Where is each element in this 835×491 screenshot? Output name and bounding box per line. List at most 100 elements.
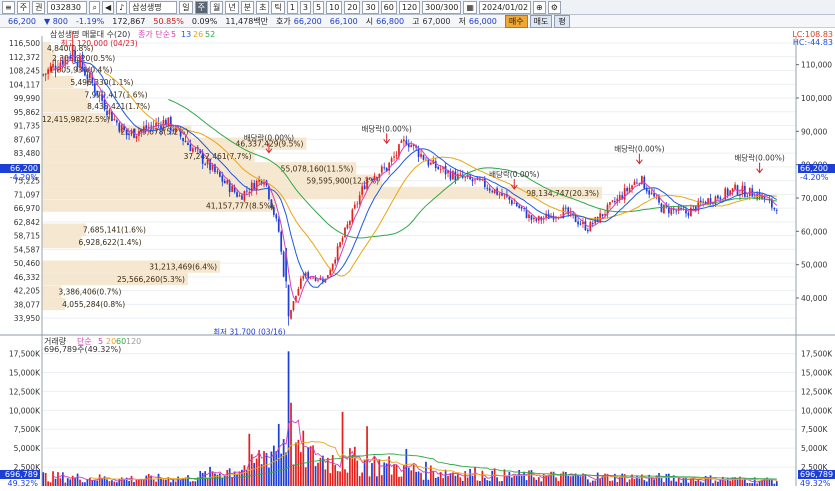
candle-body bbox=[633, 181, 636, 185]
price-legend-ma13: 13 bbox=[181, 30, 191, 39]
minute-option-5[interactable]: 5 bbox=[313, 0, 325, 14]
minute-option-60[interactable]: 60 bbox=[380, 0, 397, 14]
search-icon[interactable]: ⌕ bbox=[89, 0, 100, 14]
minute-option-10[interactable]: 10 bbox=[326, 0, 343, 14]
volume-bar bbox=[390, 474, 393, 486]
volume-bar bbox=[57, 472, 59, 486]
volume-bar bbox=[638, 478, 641, 486]
stock-name[interactable]: 삼성생명 bbox=[129, 0, 178, 14]
y-right-tick: 60,000 bbox=[801, 227, 827, 236]
minute-option-20[interactable]: 20 bbox=[344, 0, 361, 14]
prev-arrow-icon[interactable]: ◀ bbox=[101, 0, 115, 14]
volume-bar bbox=[680, 482, 682, 486]
volume-bar bbox=[439, 471, 442, 486]
interval-4[interactable]: 분 bbox=[240, 0, 255, 14]
volume-bar bbox=[59, 478, 62, 486]
candle-body bbox=[331, 263, 334, 270]
volume-bar bbox=[231, 476, 233, 486]
menu-icon[interactable]: ≡ bbox=[2, 0, 15, 14]
candle-body bbox=[520, 206, 523, 209]
volume-bar bbox=[98, 474, 101, 486]
candle-body bbox=[113, 118, 116, 120]
volume-left-tick: 10,000K bbox=[9, 406, 41, 415]
volume-bar bbox=[393, 464, 395, 486]
candle-body bbox=[631, 185, 633, 189]
buy-button[interactable]: 매수 bbox=[504, 14, 528, 28]
volume-bar bbox=[130, 475, 133, 486]
volume-bar bbox=[420, 472, 422, 486]
y-left-tick: 112,372 bbox=[9, 53, 40, 62]
minute-option-120[interactable]: 120 bbox=[398, 0, 421, 14]
volume-bar bbox=[540, 481, 543, 486]
volume-bar bbox=[407, 467, 410, 486]
volume-bar bbox=[429, 465, 432, 486]
candle-body bbox=[746, 196, 749, 197]
candle-body bbox=[601, 213, 604, 216]
interval-5[interactable]: 초 bbox=[256, 0, 270, 14]
volume-bar bbox=[513, 475, 516, 486]
zoom-icon[interactable]: ⊕ bbox=[533, 0, 546, 14]
candle-body bbox=[280, 231, 283, 252]
volume-bar bbox=[537, 477, 540, 486]
interval-0[interactable]: 일 bbox=[179, 0, 193, 14]
interval-6[interactable]: 틱 bbox=[271, 0, 285, 14]
volume-right-tick: 12,500K bbox=[801, 387, 833, 396]
candle-body bbox=[167, 117, 170, 126]
minute-option-1[interactable]: 1 bbox=[286, 0, 298, 14]
candle-body bbox=[206, 159, 209, 165]
right-volume-pct: 49.32% bbox=[800, 479, 831, 488]
candle-body bbox=[275, 214, 278, 219]
volume-bar bbox=[113, 481, 116, 486]
candle-body bbox=[363, 185, 366, 190]
exchange-select[interactable]: 권 bbox=[32, 0, 46, 14]
settings-icon[interactable]: ⚙ bbox=[547, 0, 561, 14]
interval-1[interactable]: 주 bbox=[194, 0, 208, 14]
volume-bar bbox=[275, 451, 278, 486]
volume-bar bbox=[115, 482, 118, 486]
volume-profile-bar bbox=[42, 223, 86, 236]
candle-body bbox=[427, 159, 430, 166]
minute-option-30[interactable]: 30 bbox=[362, 0, 379, 14]
volume-bar bbox=[415, 471, 417, 486]
volume-bar bbox=[47, 481, 49, 486]
speaker-icon[interactable]: ♪ bbox=[116, 0, 128, 14]
candle-body bbox=[307, 272, 310, 279]
volume-bar bbox=[187, 475, 189, 486]
volume-legend-value: 696,789주(49.32%) bbox=[44, 345, 121, 354]
volume-bar bbox=[346, 472, 349, 486]
interval-3[interactable]: 년 bbox=[225, 0, 239, 14]
volume-bar bbox=[317, 462, 319, 486]
interval-2[interactable]: 월 bbox=[209, 0, 224, 14]
candle-body bbox=[611, 200, 614, 202]
sell-button[interactable]: 매도 bbox=[529, 14, 553, 28]
volume-profile-label: 55,078,160(11.5%) bbox=[281, 164, 354, 173]
avg-button[interactable]: 평 bbox=[554, 14, 570, 28]
stock-chart[interactable]: 4,840(0.8%)2,306,320(0.5%)1,805,936(0.4%… bbox=[0, 28, 835, 491]
candle-body bbox=[241, 195, 243, 200]
volume-bar bbox=[562, 471, 565, 486]
volume-right-tick: 17,500K bbox=[801, 350, 833, 359]
range-input[interactable]: 300/300 bbox=[422, 0, 462, 14]
minute-option-3[interactable]: 3 bbox=[299, 0, 312, 14]
volume-bar bbox=[253, 462, 256, 486]
high-annotation: 최고 120,000 (04/23) bbox=[61, 38, 138, 48]
volume-bar bbox=[667, 473, 670, 486]
dividend-annotation: 배당락(0.00%) bbox=[614, 144, 664, 154]
candle-body bbox=[636, 182, 638, 184]
volume-profile-label: 25,566,260(5.3%) bbox=[117, 275, 185, 284]
volume-bar bbox=[84, 482, 86, 486]
y-left-tick: 42,205 bbox=[14, 287, 40, 296]
candle-body bbox=[277, 218, 280, 232]
volume-bar bbox=[729, 480, 732, 486]
candle-body bbox=[407, 143, 410, 148]
code-input[interactable]: 032830 bbox=[47, 0, 88, 14]
y-left-tick: 104,117 bbox=[9, 80, 40, 89]
y-left-tick: 33,950 bbox=[14, 314, 40, 323]
date-input[interactable]: 2024/01/02 bbox=[478, 0, 532, 14]
type-select[interactable]: 주 bbox=[16, 0, 31, 14]
volume-bar bbox=[461, 480, 464, 486]
volume-bar bbox=[295, 442, 297, 486]
candle-body bbox=[108, 109, 111, 114]
volume-bar bbox=[751, 483, 754, 486]
calendar-icon[interactable]: ▦ bbox=[463, 0, 477, 14]
